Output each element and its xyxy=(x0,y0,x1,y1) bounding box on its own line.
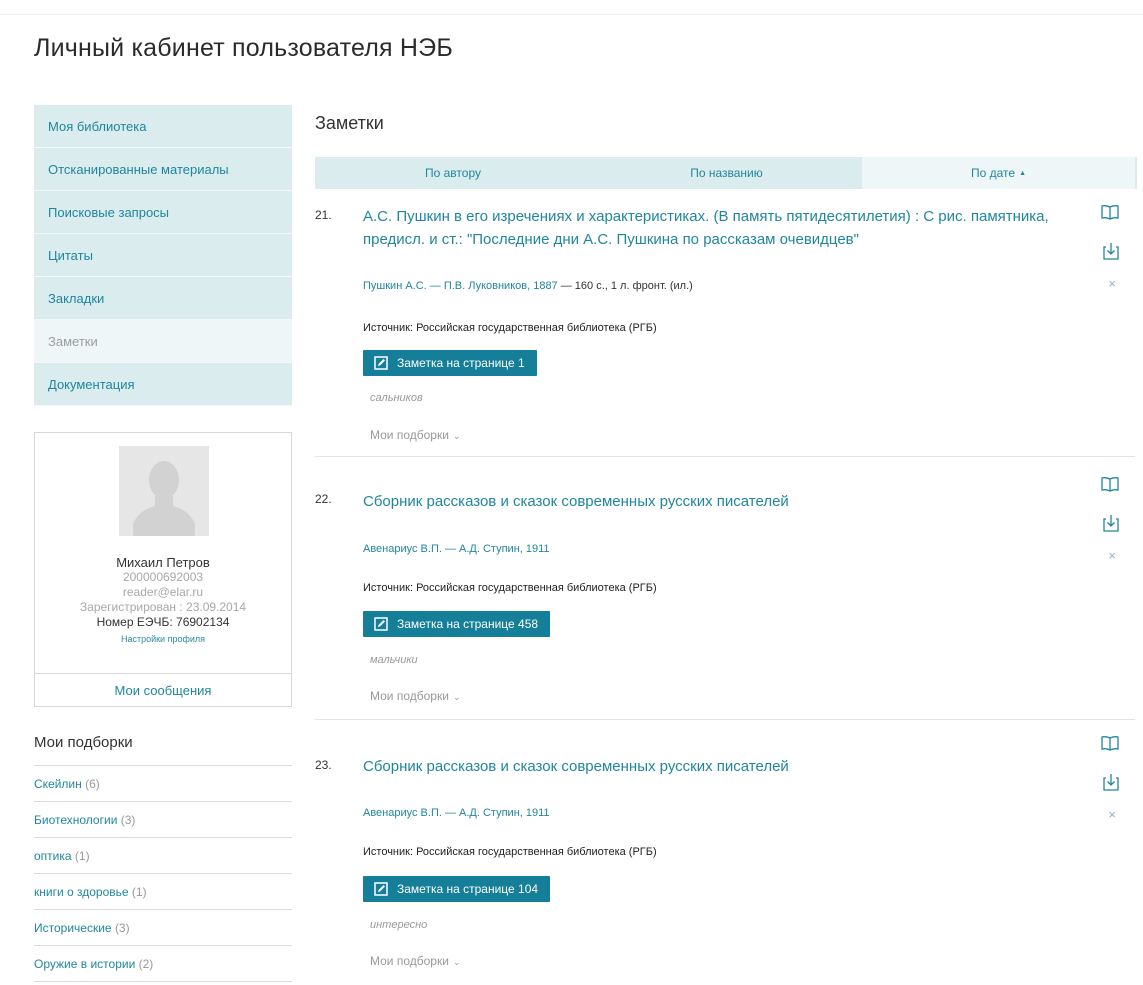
collections-list: Мои подборки Скейлин (6) Биотехнологии (… xyxy=(34,734,292,982)
close-icon[interactable]: × xyxy=(1108,276,1116,291)
edit-note-icon xyxy=(374,617,388,631)
note-page-button[interactable]: Заметка на странице 458 xyxy=(363,611,551,637)
sidebar-item-quotes[interactable]: Цитаты xyxy=(34,234,292,277)
entry-source: Источник: Российская государственная биб… xyxy=(363,846,657,858)
profile-email: reader@elar.ru xyxy=(122,585,204,599)
read-book-icon[interactable] xyxy=(1101,476,1119,492)
sort-by-author-tab[interactable]: По автору xyxy=(315,157,591,189)
entry-meta: Авенариус В.П. — А.Д. Ступин, 1911 xyxy=(363,807,550,819)
entry-title-link[interactable]: А.С. Пушкин в его изречениях и характери… xyxy=(363,205,1063,251)
note-page-label: Заметка на странице 104 xyxy=(397,882,539,896)
edit-note-icon xyxy=(374,882,388,896)
collection-name[interactable]: оптика xyxy=(34,849,72,863)
note-text: сальников xyxy=(370,392,423,404)
notes-panel: Заметки По автору По названию По дате ▲ xyxy=(315,105,1137,189)
collection-item[interactable]: Исторические (3) xyxy=(34,910,292,946)
entry-pages: — 160 с., 1 л. фронт. (ил.) xyxy=(557,280,693,292)
collection-name[interactable]: Исторические xyxy=(34,921,112,935)
sidebar-item-bookmarks[interactable]: Закладки xyxy=(34,277,292,320)
my-collections-dropdown[interactable]: Мои подборки ⌄ xyxy=(370,689,460,703)
collection-name[interactable]: Биотехнологии xyxy=(34,813,117,827)
collection-item[interactable]: оптика (1) xyxy=(34,838,292,874)
note-page-button[interactable]: Заметка на странице 1 xyxy=(363,350,537,376)
collection-item[interactable]: Оружие в истории (2) xyxy=(34,946,292,982)
sidebar-item-notes[interactable]: Заметки xyxy=(34,320,292,363)
entry-source: Источник: Российская государственная биб… xyxy=(363,582,657,594)
download-icon[interactable] xyxy=(1103,514,1119,532)
note-text: мальчики xyxy=(370,654,418,666)
top-divider xyxy=(0,14,1143,15)
profile-card-number: Номер ЕЭЧБ: 76902134 xyxy=(96,615,230,629)
sidebar-menu: Моя библиотека Отсканированные материалы… xyxy=(34,105,292,406)
my-collections-label: Мои подборки xyxy=(370,954,449,968)
entry-author-link[interactable]: Авенариус В.П. — А.Д. Ступин, 1911 xyxy=(363,807,550,819)
profile-name: Михаил Петров xyxy=(116,555,210,570)
chevron-down-icon: ⌄ xyxy=(452,957,461,967)
sidebar-item-my-library[interactable]: Моя библиотека xyxy=(34,105,292,148)
my-collections-dropdown[interactable]: Мои подборки ⌄ xyxy=(370,954,460,968)
section-title: Заметки xyxy=(315,113,384,133)
my-collections-label: Мои подборки xyxy=(370,689,449,703)
entry-author-link[interactable]: Авенариус В.П. — А.Д. Ступин, 1911 xyxy=(363,543,550,555)
collection-name[interactable]: книги о здоровье xyxy=(34,885,129,899)
collection-count: (3) xyxy=(114,921,130,935)
collection-name[interactable]: Оружие в истории xyxy=(34,957,135,971)
page-title: Личный кабинет пользователя НЭБ xyxy=(34,34,453,62)
note-page-label: Заметка на странице 458 xyxy=(397,617,539,631)
collection-count: (1) xyxy=(74,849,90,863)
note-text: интересно xyxy=(370,919,428,931)
download-icon[interactable] xyxy=(1103,773,1119,791)
chevron-down-icon: ⌄ xyxy=(452,431,461,441)
read-book-icon[interactable] xyxy=(1101,735,1119,751)
sort-asc-icon: ▲ xyxy=(1019,170,1027,177)
entry-number: 23. xyxy=(315,758,332,772)
entry-divider xyxy=(315,456,1135,457)
entry-meta: Авенариус В.П. — А.Д. Ступин, 1911 xyxy=(363,543,550,555)
collection-count: (1) xyxy=(131,885,147,899)
entry-author-link[interactable]: Пушкин А.С. — П.В. Луковников, 1887 xyxy=(363,280,558,292)
collections-title: Мои подборки xyxy=(34,734,292,766)
profile-registered: Зарегистрирован : 23.09.2014 xyxy=(79,600,247,614)
sidebar-item-search-queries[interactable]: Поисковые запросы xyxy=(34,191,292,234)
close-icon[interactable]: × xyxy=(1108,807,1116,822)
sort-by-title-tab[interactable]: По названию xyxy=(591,157,862,189)
collection-item[interactable]: Скейлин (6) xyxy=(34,766,292,802)
entry-meta: Пушкин А.С. — П.В. Луковников, 1887 — 16… xyxy=(363,280,693,292)
entry-divider xyxy=(315,719,1135,720)
sort-by-date-label: По дате xyxy=(970,166,1016,180)
my-collections-dropdown[interactable]: Мои подборки ⌄ xyxy=(370,428,460,442)
read-book-icon[interactable] xyxy=(1101,204,1119,220)
profile-card: Михаил Петров 200000692003 reader@elar.r… xyxy=(34,432,292,707)
entry-title-link[interactable]: Сборник рассказов и сказок современных р… xyxy=(363,755,1063,778)
collection-item[interactable]: Биотехнологии (3) xyxy=(34,802,292,838)
profile-info: Михаил Петров 200000692003 reader@elar.r… xyxy=(35,555,291,647)
profile-settings-link[interactable]: Настройки профиля xyxy=(35,632,291,647)
collection-count: (2) xyxy=(138,957,154,971)
note-page-label: Заметка на странице 1 xyxy=(397,356,525,370)
user-silhouette-icon xyxy=(119,446,209,536)
chevron-down-icon: ⌄ xyxy=(452,692,461,702)
messages-button[interactable]: Мои сообщения xyxy=(35,673,291,706)
collection-count: (3) xyxy=(120,813,136,827)
note-page-button[interactable]: Заметка на странице 104 xyxy=(363,876,551,902)
collection-name[interactable]: Скейлин xyxy=(34,777,82,791)
entry-source: Источник: Российская государственная биб… xyxy=(363,322,657,334)
sort-bar: По автору По названию По дате ▲ xyxy=(315,157,1137,189)
my-collections-label: Мои подборки xyxy=(370,428,449,442)
collection-item[interactable]: книги о здоровье (1) xyxy=(34,874,292,910)
edit-note-icon xyxy=(374,356,388,370)
sidebar-item-scanned-materials[interactable]: Отсканированные материалы xyxy=(34,148,292,191)
entry-number: 21. xyxy=(315,208,332,222)
sidebar-item-documentation[interactable]: Документация xyxy=(34,363,292,406)
close-icon[interactable]: × xyxy=(1108,548,1116,563)
entry-number: 22. xyxy=(315,492,332,506)
download-icon[interactable] xyxy=(1103,242,1119,260)
sort-by-date-tab[interactable]: По дате ▲ xyxy=(862,157,1135,189)
entry-title-link[interactable]: Сборник рассказов и сказок современных р… xyxy=(363,490,1063,513)
avatar xyxy=(119,446,209,536)
profile-id: 200000692003 xyxy=(122,570,204,584)
collection-count: (6) xyxy=(85,777,100,791)
